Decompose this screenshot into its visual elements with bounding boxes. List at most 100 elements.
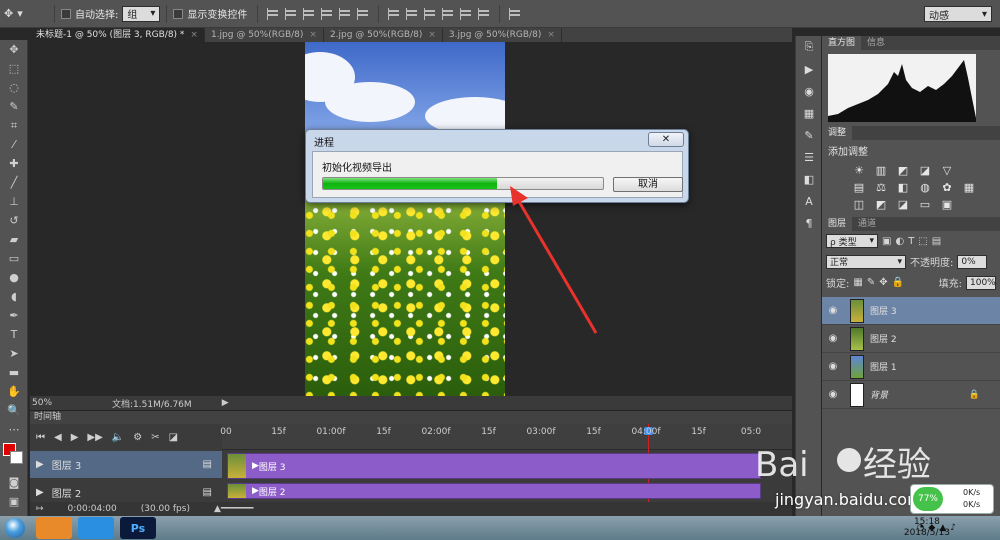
tab-info[interactable]: 信息 — [861, 36, 891, 50]
expand-arrow-icon[interactable]: ▶ — [36, 487, 44, 498]
lock-all-icon[interactable]: 🔒 — [892, 277, 904, 288]
tab-histogram[interactable]: 直方图 — [822, 36, 862, 50]
curves-icon[interactable]: ◩ — [896, 163, 910, 177]
filter-smart-icon[interactable]: ▤ — [932, 236, 941, 247]
properties-icon[interactable]: ☰ — [796, 146, 822, 168]
layer-row[interactable]: ◉ 背景 🔒 — [822, 381, 1000, 409]
crop-tool-icon[interactable]: ⌗ — [0, 116, 28, 135]
brightness-icon[interactable]: ☀ — [852, 163, 866, 177]
exposure-icon[interactable]: ◪ — [918, 163, 932, 177]
timeline-layer-row[interactable]: ▶ 图层 2 ▤ — [30, 483, 222, 501]
history-icon[interactable]: ⎘ — [796, 36, 822, 58]
threshold-icon[interactable]: ◪ — [896, 197, 910, 211]
vibrance-icon[interactable]: ▽ — [940, 163, 954, 177]
filter-adjust-icon[interactable]: ◐ — [895, 236, 904, 247]
close-icon[interactable]: × — [309, 30, 317, 40]
close-button[interactable]: ✕ — [648, 132, 684, 147]
swatches-icon[interactable]: ▦ — [796, 102, 822, 124]
tray-icon[interactable]: ♪ — [950, 523, 956, 533]
gradient-tool-icon[interactable]: ▭ — [0, 249, 28, 268]
taskbar-clock[interactable]: 15:18 2018/5/13 — [904, 517, 950, 539]
visibility-eye-icon[interactable]: ◉ — [822, 361, 844, 372]
audio-icon[interactable]: 🔈 — [112, 432, 124, 443]
auto-align-icon[interactable] — [508, 7, 522, 21]
hand-tool-icon[interactable]: ✋ — [0, 382, 28, 401]
photo-filter-icon[interactable]: ◍ — [918, 180, 932, 194]
filter-shape-icon[interactable]: ⬚ — [918, 236, 927, 247]
photoshop-taskbar-icon[interactable]: Ps — [120, 517, 156, 539]
paragraph-icon[interactable]: ¶ — [796, 212, 822, 234]
distribute-bottom-icon[interactable] — [423, 7, 437, 21]
selective-color-icon[interactable]: ▣ — [940, 197, 954, 211]
channel-mixer-icon[interactable]: ✿ — [940, 180, 954, 194]
pen-tool-icon[interactable]: ✒ — [0, 306, 28, 325]
type-tool-icon[interactable]: T — [0, 325, 28, 344]
tab-adjustments[interactable]: 调整 — [822, 126, 853, 140]
invert-icon[interactable]: ◫ — [852, 197, 866, 211]
transition-icon[interactable]: ◪ — [169, 432, 178, 443]
distribute-hcenter-icon[interactable] — [459, 7, 473, 21]
align-left-icon[interactable] — [320, 7, 334, 21]
align-top-icon[interactable] — [266, 7, 280, 21]
close-icon[interactable]: × — [428, 30, 436, 40]
quick-mask-icon[interactable]: ◙ — [0, 473, 28, 492]
actions-icon[interactable]: ▶ — [796, 58, 822, 80]
tool-presets-icon[interactable]: ◧ — [796, 168, 822, 190]
more-tools-icon[interactable]: ⋯ — [0, 420, 28, 439]
cancel-button[interactable]: 取消 — [613, 177, 683, 192]
eyedropper-tool-icon[interactable]: ⁄ — [0, 135, 28, 154]
lock-move-icon[interactable]: ✥ — [879, 277, 887, 288]
lock-pixels-icon[interactable]: ▦ — [853, 277, 862, 288]
film-icon[interactable]: ▤ — [203, 459, 212, 470]
posterize-icon[interactable]: ◩ — [874, 197, 888, 211]
doc-tab[interactable]: 3.jpg @ 50%(RGB/8) × — [442, 28, 562, 42]
hue-sat-icon[interactable]: ▤ — [852, 180, 866, 194]
zoom-slider[interactable]: ▲━━━━━━ — [214, 504, 253, 514]
eraser-tool-icon[interactable]: ▰ — [0, 230, 28, 249]
opacity-input[interactable]: 0% — [957, 254, 988, 269]
show-transform-checkbox[interactable] — [173, 8, 184, 19]
stamp-tool-icon[interactable]: ⊥ — [0, 192, 28, 211]
play-icon[interactable]: ▶ — [71, 432, 79, 443]
levels-icon[interactable]: ▥ — [874, 163, 888, 177]
timeline-layer-row[interactable]: ▶ 图层 3 ▤ — [30, 451, 222, 478]
tab-layers[interactable]: 图层 — [822, 217, 853, 231]
timeline-clip[interactable]: ▶ 图层 2 — [227, 483, 761, 499]
color-lookup-icon[interactable]: ▦ — [962, 180, 976, 194]
color-balance-icon[interactable]: ⚖ — [874, 180, 888, 194]
distribute-right-icon[interactable] — [477, 7, 491, 21]
render-icon[interactable]: ↦ — [36, 504, 44, 514]
auto-select-dropdown[interactable]: 组 ▾ — [122, 5, 161, 22]
settings-icon[interactable]: ⚙ — [133, 432, 142, 443]
expand-arrow-icon[interactable]: ▶ — [252, 486, 259, 496]
align-bottom-icon[interactable] — [302, 7, 316, 21]
character-icon[interactable]: A — [796, 190, 822, 212]
doc-tab[interactable]: 1.jpg @ 50%(RGB/8) × — [204, 28, 324, 42]
tool-preset-picker[interactable]: ✥ ▾ — [4, 4, 48, 24]
canvas-area[interactable] — [30, 42, 792, 396]
align-hcenter-icon[interactable] — [338, 7, 352, 21]
time-ruler[interactable]: 00 15f 01:00f 15f 02:00f 15f 03:00f 15f 04:00f 15… — [220, 424, 792, 504]
zoom-tool-icon[interactable]: 🔍 — [0, 401, 28, 420]
expand-arrow-icon[interactable]: ▶ — [36, 459, 44, 470]
timeline-clip[interactable]: ▶ 图层 3 — [227, 453, 761, 479]
marquee-tool-icon[interactable]: ⬚ — [0, 59, 28, 78]
filter-pixel-icon[interactable]: ▣ — [882, 236, 891, 247]
distribute-left-icon[interactable] — [441, 7, 455, 21]
visibility-eye-icon[interactable]: ◉ — [822, 305, 844, 316]
dodge-tool-icon[interactable]: ◖ — [0, 287, 28, 306]
filter-type-icon[interactable]: T — [908, 236, 914, 247]
bw-icon[interactable]: ◧ — [896, 180, 910, 194]
close-icon[interactable]: × — [190, 30, 198, 40]
align-vcenter-icon[interactable] — [284, 7, 298, 21]
distribute-vcenter-icon[interactable] — [405, 7, 419, 21]
history-brush-tool-icon[interactable]: ↺ — [0, 211, 28, 230]
quick-select-tool-icon[interactable]: ✎ — [0, 97, 28, 116]
brush-tool-icon[interactable]: ╱ — [0, 173, 28, 192]
healing-tool-icon[interactable]: ✚ — [0, 154, 28, 173]
background-color[interactable] — [10, 451, 23, 464]
gradient-map-icon[interactable]: ▭ — [918, 197, 932, 211]
close-icon[interactable]: × — [547, 30, 555, 40]
brush-preset-icon[interactable]: ✎ — [796, 124, 822, 146]
doc-tab[interactable]: 未标题-1 @ 50% (图层 3, RGB/8) * × — [30, 28, 205, 42]
